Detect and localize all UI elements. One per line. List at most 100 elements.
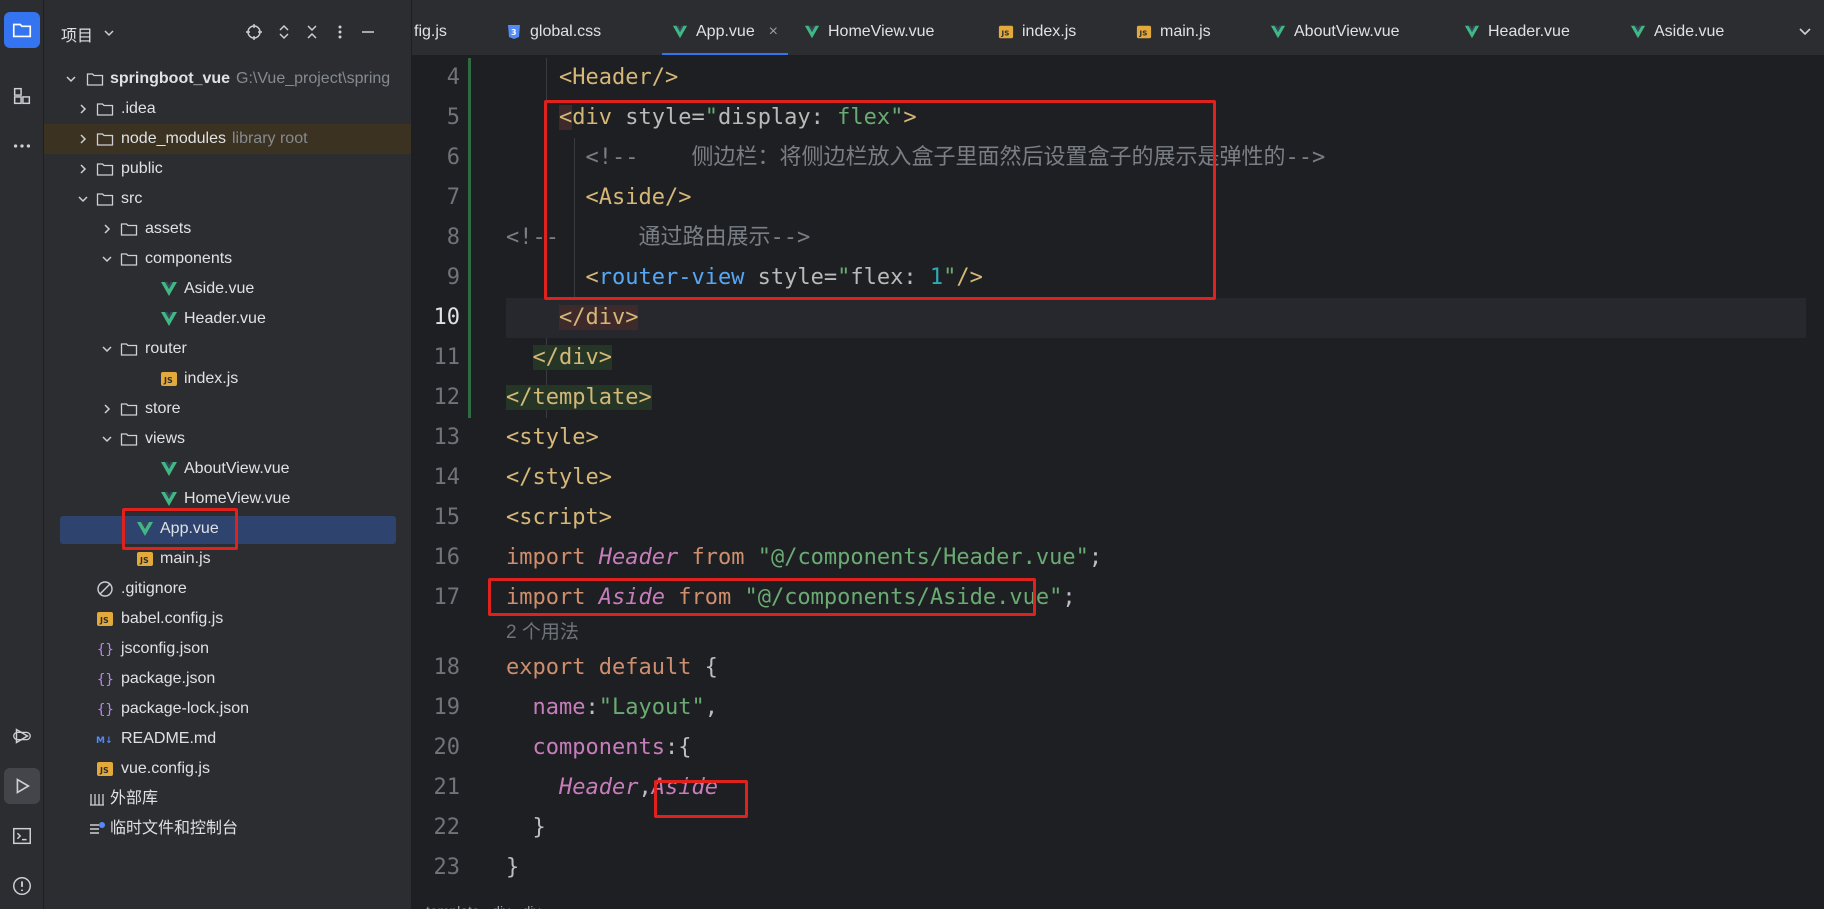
tree-item-scratches[interactable]: 临时文件和控制台 bbox=[44, 814, 411, 844]
tab-aboutview-vue[interactable]: AboutView.vue bbox=[1270, 0, 1420, 55]
token: export default bbox=[506, 655, 692, 680]
chevron-down-icon[interactable] bbox=[64, 72, 78, 86]
structure-tool-button[interactable] bbox=[4, 78, 40, 114]
token: <script> bbox=[506, 505, 612, 530]
chevron-down-icon[interactable] bbox=[102, 26, 116, 40]
code-area[interactable]: <Header/> <div style="display: flex"> <!… bbox=[506, 58, 1806, 888]
ignore-icon bbox=[97, 581, 113, 597]
tab-aside-vue[interactable]: Aside.vue bbox=[1630, 0, 1760, 55]
tab-index-js[interactable]: JS index.js bbox=[998, 0, 1098, 55]
tab-global-css[interactable]: 3 global.css bbox=[506, 0, 636, 55]
code-line-6: <!-- 侧边栏：将侧边栏放入盒子里面然后设置盒子的展示是弹性的--> bbox=[506, 138, 1806, 178]
tree-item-jsconfig[interactable]: {} jsconfig.json bbox=[44, 634, 411, 664]
tree-item-components[interactable]: components bbox=[44, 244, 411, 274]
chevron-right-icon[interactable] bbox=[76, 102, 90, 116]
tree-item-readme[interactable]: M↓ README.md bbox=[44, 724, 411, 754]
locate-icon[interactable] bbox=[242, 20, 266, 44]
tree-item-label: src bbox=[121, 190, 143, 207]
svg-text:{}: {} bbox=[97, 672, 114, 688]
folder-icon bbox=[96, 163, 114, 176]
tree-item-src[interactable]: src bbox=[44, 184, 411, 214]
tree-item-public[interactable]: public bbox=[44, 154, 411, 184]
tab-label: AboutView.vue bbox=[1294, 23, 1400, 40]
chevron-down-icon[interactable] bbox=[76, 192, 90, 206]
project-panel-title[interactable]: 项目 bbox=[61, 22, 93, 46]
code-line-22: } bbox=[506, 808, 1806, 848]
line-number: 5 bbox=[446, 105, 460, 130]
svg-text:JS: JS bbox=[1001, 29, 1010, 38]
tree-item-package-json[interactable]: {} package.json bbox=[44, 664, 411, 694]
services-tool-button[interactable] bbox=[4, 718, 40, 754]
chevron-down-icon[interactable] bbox=[100, 342, 114, 356]
svg-text:JS: JS bbox=[163, 376, 173, 385]
expand-all-icon[interactable] bbox=[272, 20, 296, 44]
tree-item-header-vue[interactable]: Header.vue bbox=[44, 304, 411, 334]
tree-item-router[interactable]: router bbox=[44, 334, 411, 364]
tree-item-store[interactable]: store bbox=[44, 394, 411, 424]
line-number: 17 bbox=[433, 585, 461, 610]
tree-item-assets[interactable]: assets bbox=[44, 214, 411, 244]
line-number: 12 bbox=[433, 385, 461, 410]
chevron-right-icon[interactable] bbox=[76, 132, 90, 146]
code-line-20: components:{ bbox=[506, 728, 1806, 768]
tree-item-aside-vue[interactable]: Aside.vue bbox=[44, 274, 411, 304]
chevron-right-icon[interactable] bbox=[100, 222, 114, 236]
tab-config-js[interactable]: fig.js bbox=[414, 0, 484, 55]
project-tool-button[interactable] bbox=[4, 12, 40, 48]
chevron-down-icon[interactable] bbox=[100, 432, 114, 446]
vue-icon bbox=[161, 462, 177, 476]
tree-item-babel-config[interactable]: JS babel.config.js bbox=[44, 604, 411, 634]
tree-item-main-js[interactable]: JS main.js bbox=[44, 544, 411, 574]
close-icon[interactable]: × bbox=[769, 0, 778, 55]
tab-label: Header.vue bbox=[1488, 23, 1570, 40]
json-icon: {} bbox=[97, 642, 114, 658]
tab-label: main.js bbox=[1160, 23, 1211, 40]
tree-item-label: store bbox=[145, 400, 181, 417]
hide-icon[interactable] bbox=[356, 20, 380, 44]
breadcrumb-item[interactable]: div bbox=[492, 903, 510, 909]
breadcrumb-item[interactable]: template bbox=[426, 903, 480, 909]
run-tool-button[interactable] bbox=[4, 768, 40, 804]
tree-item-homeview-vue[interactable]: HomeView.vue bbox=[44, 484, 411, 514]
tree-item-node-modules[interactable]: node_modules library root bbox=[44, 124, 411, 154]
chevron-down-icon[interactable] bbox=[1796, 22, 1814, 40]
chevron-down-icon[interactable] bbox=[100, 252, 114, 266]
tab-app-vue[interactable]: App.vue × bbox=[662, 0, 788, 55]
breadcrumb-item[interactable]: div bbox=[523, 903, 541, 909]
chevron-right-icon[interactable] bbox=[100, 402, 114, 416]
more-tools-button[interactable] bbox=[4, 128, 40, 164]
collapse-all-icon[interactable] bbox=[300, 20, 324, 44]
css-icon: 3 bbox=[508, 25, 520, 39]
tab-main-js[interactable]: JS main.js bbox=[1136, 0, 1236, 55]
vue-icon bbox=[804, 25, 820, 39]
usage-hint[interactable]: 2 个用法 bbox=[506, 618, 1806, 648]
tree-item-aboutview-vue[interactable]: AboutView.vue bbox=[44, 454, 411, 484]
terminal-tool-button[interactable] bbox=[4, 818, 40, 854]
problems-tool-button[interactable] bbox=[4, 868, 40, 904]
tree-item-index-js[interactable]: JS index.js bbox=[44, 364, 411, 394]
token: , bbox=[704, 695, 718, 720]
tree-item-label: views bbox=[145, 430, 186, 447]
tree-item-app-vue[interactable]: App.vue bbox=[44, 514, 411, 544]
comment: <!-- 通过路由展示--> bbox=[506, 225, 811, 250]
svg-text:3: 3 bbox=[511, 28, 517, 37]
tree-item-vue-config[interactable]: JS vue.config.js bbox=[44, 754, 411, 784]
chevron-right-icon[interactable] bbox=[76, 162, 90, 176]
tree-item-idea[interactable]: .idea bbox=[44, 94, 411, 124]
line-number: 6 bbox=[446, 145, 460, 170]
vue-icon bbox=[1464, 25, 1480, 39]
line-number: 4 bbox=[446, 65, 460, 90]
tab-header-vue[interactable]: Header.vue bbox=[1464, 0, 1594, 55]
line-number: 11 bbox=[433, 345, 461, 370]
tree-item-views[interactable]: views bbox=[44, 424, 411, 454]
tree-item-gitignore[interactable]: .gitignore bbox=[44, 574, 411, 604]
tree-item-package-lock[interactable]: {} package-lock.json bbox=[44, 694, 411, 724]
vcs-change-marker[interactable] bbox=[468, 58, 471, 418]
token: :{ bbox=[664, 735, 692, 760]
tree-item-root[interactable]: springboot_vue G:\Vue_project\spring bbox=[44, 64, 411, 94]
tab-homeview-vue[interactable]: HomeView.vue bbox=[804, 0, 954, 55]
tree-item-external-libraries[interactable]: 外部库 bbox=[44, 784, 411, 814]
token: display: bbox=[717, 105, 838, 130]
svg-text:{}: {} bbox=[97, 642, 114, 658]
options-icon[interactable] bbox=[328, 20, 352, 44]
